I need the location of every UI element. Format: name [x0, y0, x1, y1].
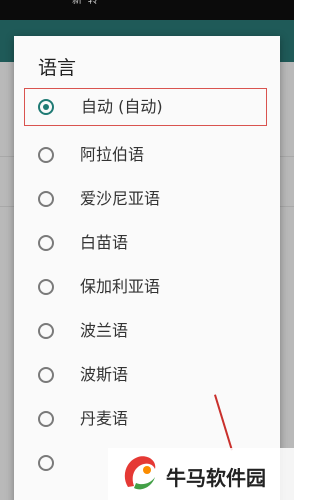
- language-option-label: 自动 (自动): [81, 97, 163, 116]
- watermark-overlay: 牛马软件园: [108, 448, 294, 500]
- language-option-label: 白苗语: [80, 233, 129, 252]
- radio-button[interactable]: [38, 191, 54, 207]
- language-option-label: 保加利亚语: [80, 277, 161, 296]
- logo-icon: [124, 456, 156, 490]
- radio-button[interactable]: [38, 235, 54, 251]
- radio-button[interactable]: [38, 323, 54, 339]
- status-bar: 新ᶜ转ᶜᶜ: [0, 0, 294, 20]
- radio-button-checked[interactable]: [38, 99, 54, 115]
- language-dialog: 语言 自动 (自动) 阿拉伯语 爱沙尼亚语 白苗语 保加利亚语 波兰语 波斯语 …: [14, 36, 280, 500]
- language-option-label: 波斯语: [80, 365, 129, 384]
- dialog-title: 语言: [38, 57, 77, 79]
- language-option-white-hmong[interactable]: 白苗语: [14, 222, 280, 266]
- watermark-text: 牛马软件园: [166, 466, 266, 490]
- language-option-estonian[interactable]: 爱沙尼亚语: [14, 178, 280, 222]
- radio-button[interactable]: [38, 367, 54, 383]
- language-option-label: 爱沙尼亚语: [80, 189, 161, 208]
- radio-button[interactable]: [38, 411, 54, 427]
- language-option-persian[interactable]: 波斯语: [14, 354, 280, 398]
- status-bar-text: 新ᶜ转ᶜᶜ: [72, 0, 109, 6]
- language-option-label: 丹麦语: [80, 409, 129, 428]
- language-option-polish[interactable]: 波兰语: [14, 310, 280, 354]
- radio-button[interactable]: [38, 147, 54, 163]
- language-option-arabic[interactable]: 阿拉伯语: [14, 134, 280, 178]
- language-option-auto[interactable]: 自动 (自动): [24, 88, 267, 126]
- app-screen: 新ᶜ转ᶜᶜ 语言 自动 (自动) 阿拉伯语 爱沙尼亚语 白苗语 保加利亚语 波兰…: [0, 0, 294, 500]
- language-option-bulgarian[interactable]: 保加利亚语: [14, 266, 280, 310]
- language-option-danish[interactable]: 丹麦语: [14, 398, 280, 442]
- radio-button[interactable]: [38, 279, 54, 295]
- language-option-label: 波兰语: [80, 321, 129, 340]
- radio-button[interactable]: [38, 455, 54, 471]
- language-option-label: 阿拉伯语: [80, 145, 145, 164]
